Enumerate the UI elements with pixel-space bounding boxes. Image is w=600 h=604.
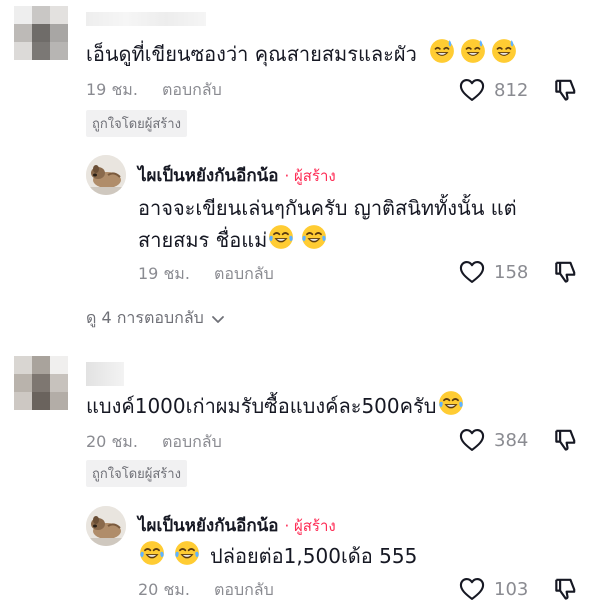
joy-emoji	[139, 540, 165, 566]
dislike-icon[interactable]	[552, 77, 578, 103]
creator-liked-badge: ถูกใจโดยผู้สร้าง	[86, 110, 187, 137]
reply-author[interactable]: ไผเป็นหยังกันอีกน้อ · ผู้สร้าง	[138, 162, 336, 189]
sweat-smile-emoji	[491, 38, 517, 64]
comment-meta: 19 ชม. ตอบกลับ	[86, 78, 222, 103]
like-button[interactable]: 158	[458, 258, 528, 286]
like-count: 812	[494, 79, 529, 101]
commenter-avatar[interactable]	[14, 6, 68, 60]
commenter-avatar[interactable]	[14, 356, 68, 410]
reply-text: ปล่อยต่อ1,500เด้อ 555	[138, 540, 417, 572]
dog-photo	[86, 155, 126, 195]
reply-button[interactable]: ตอบกลับ	[214, 578, 274, 603]
dog-photo	[86, 506, 126, 546]
dislike-icon[interactable]	[552, 427, 578, 453]
chevron-down-icon	[210, 311, 226, 327]
heart-icon	[458, 575, 486, 603]
joy-emoji	[438, 390, 464, 416]
sweat-smile-emoji	[429, 38, 455, 64]
reply-button[interactable]: ตอบกลับ	[214, 262, 274, 287]
creator-avatar[interactable]	[86, 506, 126, 546]
comment-thread-1: เอ็นดูที่เขียนซองว่า คุณสายสมรและผัว 19 …	[0, 0, 600, 340]
commenter-username[interactable]	[86, 12, 206, 26]
reply-text-line-2: สายสมร ชื่อแม่	[138, 224, 328, 256]
like-count: 103	[494, 578, 529, 600]
comment-text: แบงค์1000เก่าผมรับซื้อแบงค์ละ500ครับ	[86, 390, 465, 422]
comment-time: 19 ชม.	[86, 80, 138, 99]
like-count: 384	[494, 429, 529, 451]
creator-label: · ผู้สร้าง	[284, 166, 336, 185]
like-button[interactable]: 812	[458, 76, 528, 104]
heart-icon	[458, 426, 486, 454]
view-replies-button[interactable]: ดู 4 การตอบกลับ	[86, 306, 226, 331]
creator-liked-badge: ถูกใจโดยผู้สร้าง	[86, 460, 187, 487]
reply-text-line-1: อาจจะเขียนเล่นๆกันครับ ญาติสนิททั้งนั้น …	[138, 196, 517, 220]
sweat-smile-emoji	[460, 38, 486, 64]
comment-time: 20 ชม.	[86, 432, 138, 451]
view-replies-label: ดู 4 การตอบกลับ	[86, 308, 204, 327]
dislike-icon[interactable]	[552, 259, 578, 285]
reply-button[interactable]: ตอบกลับ	[162, 430, 222, 455]
comment-text: เอ็นดูที่เขียนซองว่า คุณสายสมรและผัว	[86, 38, 518, 70]
joy-emoji	[268, 224, 294, 250]
creator-avatar[interactable]	[86, 155, 126, 195]
reply-time: 20 ชม.	[138, 580, 190, 599]
reply-meta: 20 ชม. ตอบกลับ	[138, 578, 274, 603]
author-username[interactable]: ไผเป็นหยังกันอีกน้อ	[138, 162, 278, 189]
like-count: 158	[494, 261, 529, 283]
author-username[interactable]: ไผเป็นหยังกันอีกน้อ	[138, 512, 278, 539]
heart-icon	[458, 76, 486, 104]
like-button[interactable]: 384	[458, 426, 528, 454]
joy-emoji	[301, 224, 327, 250]
creator-label: · ผู้สร้าง	[284, 516, 336, 535]
reply-time: 19 ชม.	[138, 264, 190, 283]
reply-button[interactable]: ตอบกลับ	[162, 78, 222, 103]
reply-meta: 19 ชม. ตอบกลับ	[138, 262, 274, 287]
comment-meta: 20 ชม. ตอบกลับ	[86, 430, 222, 455]
heart-icon	[458, 258, 486, 286]
joy-emoji	[174, 540, 200, 566]
reply-author[interactable]: ไผเป็นหยังกันอีกน้อ · ผู้สร้าง	[138, 512, 336, 539]
commenter-username[interactable]	[86, 362, 124, 386]
dislike-icon[interactable]	[552, 576, 578, 602]
like-button[interactable]: 103	[458, 575, 528, 603]
